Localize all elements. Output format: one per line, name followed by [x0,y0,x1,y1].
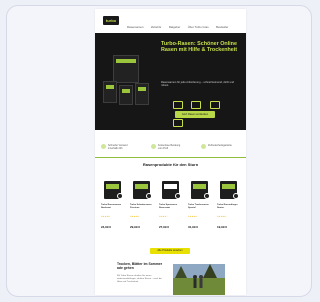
preview-card: turbo Rasensamen Zubehör Ratgeber Über T… [6,5,312,297]
quality-badge-icon [173,101,183,109]
product-name: Turbo Sportrasen Rasensaat [159,204,178,209]
product-card[interactable]: Turbo Sportrasen Rasensaat ★★★★☆ 27,99 € [159,179,183,243]
product-rating: ★★★★★ [188,216,197,218]
quality-badge-icon [209,101,220,109]
product-price: 19,99 € [217,225,228,229]
usp-item: Kostenlose Beratung vom Profi [151,144,185,150]
product-name: Turbo Trockenrasen Spezial [188,204,209,209]
usp-item: Zufriedenheitsgarantie [201,144,235,149]
shield-icon [201,144,206,149]
nav-item-ratgeber[interactable]: Ratgeber [169,25,181,30]
product-rating: ★★★★★ [217,216,226,218]
product-price: 29,99 € [130,225,141,229]
quality-badge-icon [173,119,183,127]
product-rating: ★★★★★ [130,216,139,218]
all-products-button[interactable]: Alle Produkte ansehen [150,248,190,254]
add-to-cart-icon[interactable] [175,193,181,199]
lawn-photo [173,264,225,295]
product-name: Turbo Rasendünger Starter [217,204,238,209]
chat-icon [151,144,156,149]
usp-item: Schneller Versand innerhalb 24h [101,144,135,150]
nav-item-rasensamen[interactable]: Rasensamen [127,25,143,30]
hero-title: Turbo-Rasen: Schöner Online Rasen mit Hi… [161,41,238,54]
add-to-cart-icon[interactable] [233,193,239,199]
website-screenshot: turbo Rasensamen Zubehör Ratgeber Über T… [95,9,246,295]
nav-item-bestseller[interactable]: Bestseller [216,25,228,30]
product-price: 24,99 € [101,225,112,229]
lawn-section-text: Mit Turbo Rasen erhalten Sie einen wider… [117,275,162,283]
product-card[interactable]: Turbo Schattenrasen Premium ★★★★★ 29,99 … [130,179,154,243]
product-price: 31,99 € [188,225,199,229]
hero-product-image [103,55,151,107]
nav-item-about[interactable]: Über Turbo Gras [188,25,209,30]
hero-section: Turbo-Rasen: Schöner Online Rasen mit Hi… [95,33,246,130]
product-name: Turbo Schattenrasen Premium [130,204,152,209]
product-name: Turbo Rasensamen Nachsaat [101,204,122,209]
nav-item-zubehoer[interactable]: Zubehör [151,25,161,30]
site-logo[interactable]: turbo [103,16,119,25]
usp-strip: Schneller Versand innerhalb 24h Kostenlo… [95,138,246,158]
product-rating: ★★★★★ [101,216,110,218]
lawn-section-title: Trocken, Blätter im Sommer ade gehen [117,262,163,271]
product-price: 27,99 € [159,225,170,229]
site-header: turbo Rasensamen Zubehör Ratgeber Über T… [95,9,246,47]
product-card[interactable]: Turbo Rasensamen Nachsaat ★★★★★ 24,99 € [101,179,125,243]
product-card[interactable]: Turbo Rasendünger Starter ★★★★★ 19,99 € [217,179,241,243]
add-to-cart-icon[interactable] [117,193,123,199]
truck-icon [101,144,106,149]
product-rating: ★★★★☆ [159,216,168,218]
add-to-cart-icon[interactable] [204,193,210,199]
product-card[interactable]: Turbo Trockenrasen Spezial ★★★★★ 31,99 € [188,179,212,243]
hero-cta-button[interactable]: Jetzt Rasen entdecken [175,111,215,118]
hero-subtitle: Rasensamen für jede Anforderung – schnel… [161,81,234,88]
add-to-cart-icon[interactable] [146,193,152,199]
quality-badge-icon [191,101,202,109]
products-title: Rasenprodukte für den Sturn [142,162,199,167]
